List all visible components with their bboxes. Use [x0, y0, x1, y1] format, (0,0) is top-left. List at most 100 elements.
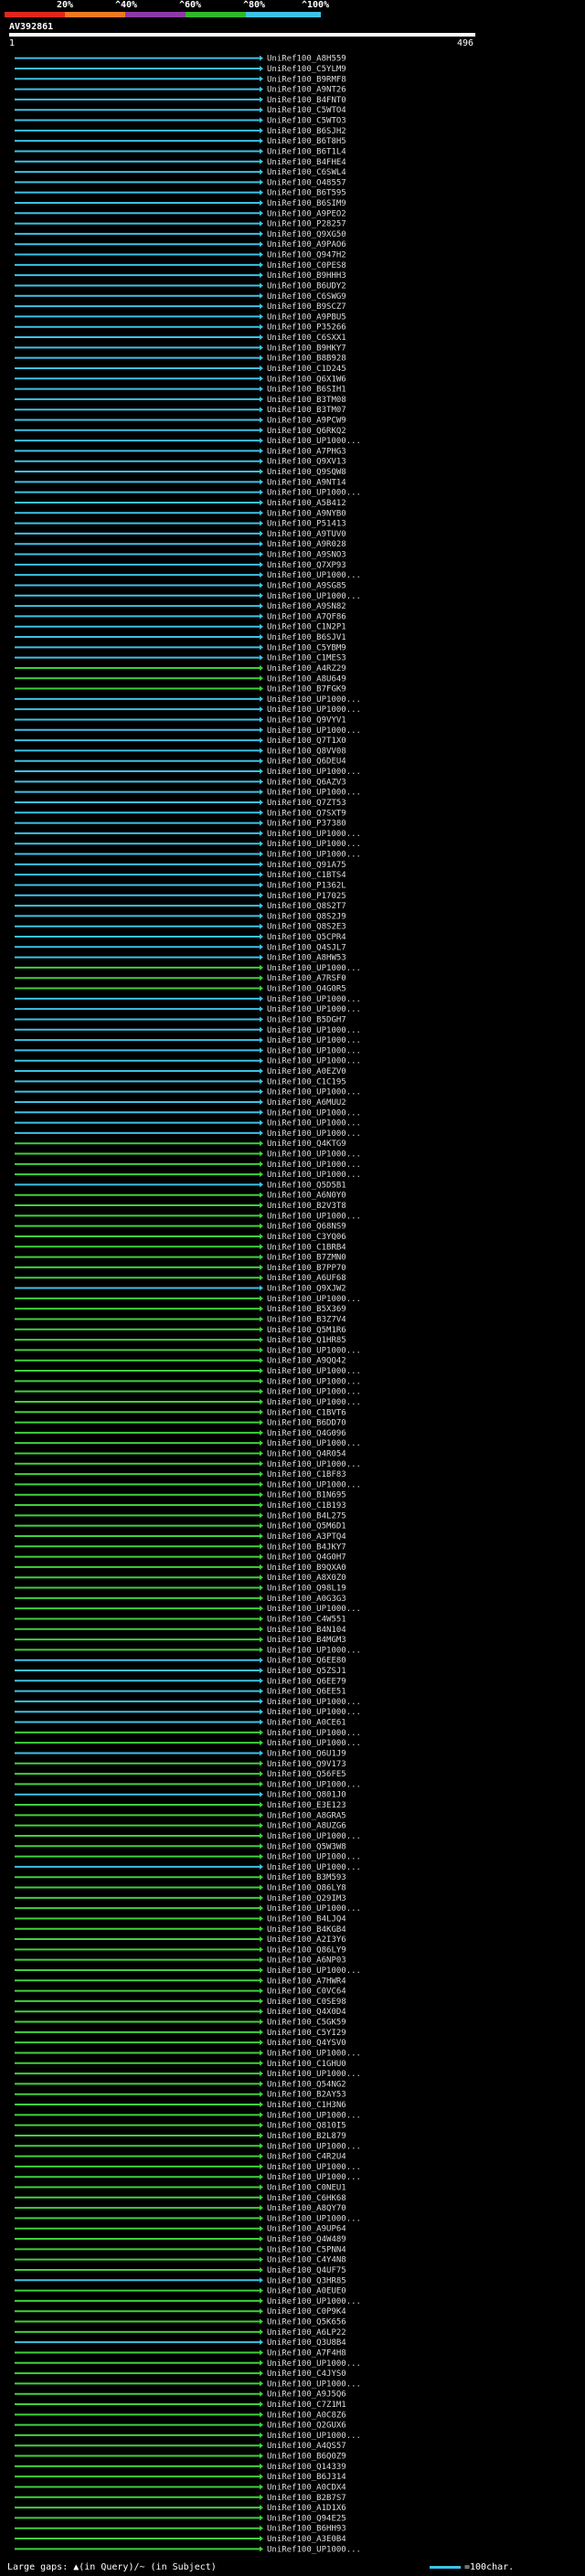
hit-label[interactable]: UniRef100_B7FGK9 [267, 685, 346, 694]
hit-label[interactable]: UniRef100_UP1000... [267, 851, 361, 860]
hit-label[interactable]: UniRef100_Q8S2E3 [267, 923, 346, 932]
hit-label[interactable]: UniRef100_Q5M6D1 [267, 1522, 346, 1532]
hit-label[interactable]: UniRef100_A6MUU2 [267, 1098, 346, 1108]
hit-label[interactable]: UniRef100_UP1000... [267, 1036, 361, 1045]
hit-label[interactable]: UniRef100_Q4G096 [267, 1429, 346, 1438]
hit-label[interactable]: UniRef100_Q9XJW2 [267, 1285, 346, 1294]
hit-label[interactable]: UniRef100_UP1000... [267, 1398, 361, 1407]
hit-label[interactable]: UniRef100_P51413 [267, 520, 346, 529]
hit-label[interactable]: UniRef100_UP1000... [267, 2111, 361, 2120]
hit-label[interactable]: UniRef100_C4W551 [267, 1615, 346, 1624]
hit-label[interactable]: UniRef100_B9HHH3 [267, 271, 346, 281]
hit-label[interactable]: UniRef100_UP1000... [267, 1171, 361, 1180]
hit-label[interactable]: UniRef100_B8B928 [267, 355, 346, 364]
hit-label[interactable]: UniRef100_UP1000... [267, 1377, 361, 1386]
hit-label[interactable]: UniRef100_C1BRB4 [267, 1243, 346, 1252]
hit-label[interactable]: UniRef100_B9HKY7 [267, 344, 346, 353]
hit-label[interactable]: UniRef100_Q7SXT9 [267, 809, 346, 818]
hit-label[interactable]: UniRef100_P1362L [267, 881, 346, 890]
hit-label[interactable]: UniRef100_UP1000... [267, 1708, 361, 1717]
hit-label[interactable]: UniRef100_C0NEU1 [267, 2183, 346, 2192]
hit-label[interactable]: UniRef100_Q68NS9 [267, 1223, 346, 1232]
hit-label[interactable]: UniRef100_UP1000... [267, 830, 361, 839]
hit-label[interactable]: UniRef100_UP1000... [267, 1150, 361, 1160]
hit-label[interactable]: UniRef100_Q4R054 [267, 1449, 346, 1458]
hit-label[interactable]: UniRef100_UP1000... [267, 705, 361, 715]
hit-label[interactable]: UniRef100_B7PP70 [267, 1264, 346, 1273]
hit-label[interactable]: UniRef100_A9SNO3 [267, 551, 346, 560]
hit-label[interactable]: UniRef100_UP1000... [267, 1367, 361, 1376]
hit-label[interactable]: UniRef100_C1GHU0 [267, 2060, 346, 2069]
hit-label[interactable]: UniRef100_B2V3T8 [267, 1202, 346, 1211]
hit-label[interactable]: UniRef100_C0PES8 [267, 261, 346, 270]
hit-label[interactable]: UniRef100_UP1000... [267, 1460, 361, 1469]
hit-label[interactable]: UniRef100_C6SXX1 [267, 334, 346, 343]
hit-label[interactable]: UniRef100_UP1000... [267, 1388, 361, 1397]
hit-label[interactable]: UniRef100_C6HK68 [267, 2194, 346, 2203]
hit-label[interactable]: UniRef100_Q7ZT53 [267, 799, 346, 808]
hit-label[interactable]: UniRef100_A4RZ29 [267, 664, 346, 673]
hit-label[interactable]: UniRef100_A7PHG3 [267, 447, 346, 456]
hit-label[interactable]: UniRef100_B4KGB4 [267, 1925, 346, 1935]
hit-label[interactable]: UniRef100_Q7XP93 [267, 561, 346, 570]
hit-label[interactable]: UniRef100_A1D1X6 [267, 2504, 346, 2513]
hit-label[interactable]: UniRef100_B6HH93 [267, 2525, 346, 2534]
hit-label[interactable]: UniRef100_A6NP03 [267, 1956, 346, 1966]
hit-label[interactable]: UniRef100_Q86LY9 [267, 1945, 346, 1955]
hit-label[interactable]: UniRef100_C1D245 [267, 365, 346, 374]
hit-label[interactable]: UniRef100_Q9VYV1 [267, 716, 346, 725]
hit-label[interactable]: UniRef100_B6J314 [267, 2473, 346, 2482]
hit-label[interactable]: UniRef100_Q5M1R6 [267, 1326, 346, 1335]
hit-label[interactable]: UniRef100_Q6AZV3 [267, 778, 346, 787]
hit-label[interactable]: UniRef100_A4QS57 [267, 2442, 346, 2451]
hit-label[interactable]: UniRef100_Q9SQW8 [267, 468, 346, 477]
hit-label[interactable]: UniRef100_UP1000... [267, 1088, 361, 1097]
hit-label[interactable]: UniRef100_B9QXA0 [267, 1564, 346, 1573]
hit-label[interactable]: UniRef100_Q5D5B1 [267, 1181, 346, 1190]
hit-label[interactable]: UniRef100_B1N695 [267, 1491, 346, 1500]
hit-label[interactable]: UniRef100_E3E123 [267, 1801, 346, 1810]
hit-label[interactable]: UniRef100_C6SWG9 [267, 292, 346, 302]
hit-label[interactable]: UniRef100_B4FHE4 [267, 158, 346, 167]
hit-label[interactable]: UniRef100_C5GK59 [267, 2019, 346, 2028]
hit-label[interactable]: UniRef100_A9SN82 [267, 602, 346, 611]
hit-label[interactable]: UniRef100_UP1000... [267, 840, 361, 849]
hit-label[interactable]: UniRef100_A0CE61 [267, 1719, 346, 1728]
hit-label[interactable]: UniRef100_A8UZG6 [267, 1822, 346, 1831]
hit-label[interactable]: UniRef100_B6SIH1 [267, 386, 346, 395]
hit-label[interactable]: UniRef100_Q6EE79 [267, 1677, 346, 1686]
hit-label[interactable]: UniRef100_Q6EE80 [267, 1657, 346, 1666]
hit-label[interactable]: UniRef100_UP1000... [267, 1108, 361, 1118]
hit-label[interactable]: UniRef100_Q1HR85 [267, 1336, 346, 1345]
hit-label[interactable]: UniRef100_A9PAO6 [267, 240, 346, 249]
hit-label[interactable]: UniRef100_UP1000... [267, 2297, 361, 2306]
hit-label[interactable]: UniRef100_Q6U1J9 [267, 1749, 346, 1758]
hit-label[interactable]: UniRef100_A0CDX4 [267, 2483, 346, 2492]
hit-label[interactable]: UniRef100_Q86LY8 [267, 1884, 346, 1893]
hit-label[interactable]: UniRef100_UP1000... [267, 1832, 361, 1841]
hit-label[interactable]: UniRef100_O48557 [267, 178, 346, 187]
hit-label[interactable]: UniRef100_UP1000... [267, 695, 361, 705]
hit-label[interactable]: UniRef100_B6UDY2 [267, 281, 346, 291]
hit-label[interactable]: UniRef100_C1MES3 [267, 654, 346, 663]
hit-label[interactable]: UniRef100_UP1000... [267, 2173, 361, 2182]
hit-label[interactable]: UniRef100_UP1000... [267, 2163, 361, 2172]
hit-label[interactable]: UniRef100_B4L275 [267, 1511, 346, 1521]
hit-label[interactable]: UniRef100_B4FNT0 [267, 96, 346, 105]
hit-label[interactable]: UniRef100_B5X369 [267, 1305, 346, 1314]
hit-label[interactable]: UniRef100_A8X0Z0 [267, 1574, 346, 1583]
hit-label[interactable]: UniRef100_UP1000... [267, 2359, 361, 2369]
hit-label[interactable]: UniRef100_UP1000... [267, 1057, 361, 1066]
hit-label[interactable]: UniRef100_B4N104 [267, 1626, 346, 1635]
hit-label[interactable]: UniRef100_UP1000... [267, 1026, 361, 1035]
hit-label[interactable]: UniRef100_UP1000... [267, 1119, 361, 1129]
hit-label[interactable]: UniRef100_UP1000... [267, 1346, 361, 1355]
hit-label[interactable]: UniRef100_UP1000... [267, 1646, 361, 1655]
hit-label[interactable]: UniRef100_C5YI29 [267, 2029, 346, 2038]
hit-label[interactable]: UniRef100_A9NYB0 [267, 509, 346, 518]
hit-label[interactable]: UniRef100_B4MGM3 [267, 1636, 346, 1645]
hit-label[interactable]: UniRef100_P17025 [267, 892, 346, 901]
hit-label[interactable]: UniRef100_C4R2U4 [267, 2153, 346, 2162]
hit-label[interactable]: UniRef100_A6N0Y0 [267, 1192, 346, 1201]
hit-label[interactable]: UniRef100_C1BVT6 [267, 1408, 346, 1417]
